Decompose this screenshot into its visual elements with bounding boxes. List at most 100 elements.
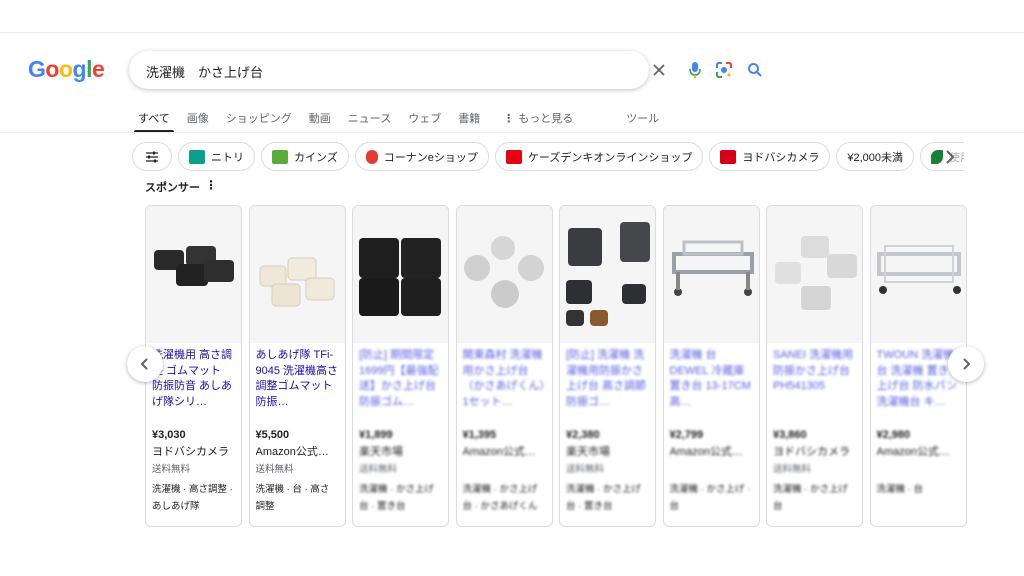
product-image — [566, 222, 650, 326]
product-image — [775, 236, 857, 310]
product-info: SANEI 洗濯機用防振かさ上げ台 PH541305 ¥3,860 ヨドバシカメラ送… — [767, 343, 862, 515]
product-carousel: 洗濯機用 高さ調整 ゴムマット 防振防音 あしあげ隊シリ… ¥3,030 ヨドバシカ… — [145, 205, 973, 527]
chip-label: ヨドバシカメラ — [742, 151, 820, 164]
product-store: 楽天市場 — [359, 446, 403, 458]
product-image-container[interactable] — [870, 206, 966, 343]
product-image — [463, 236, 544, 308]
lens-icon[interactable] — [714, 60, 734, 80]
logo-letter: o — [45, 56, 59, 82]
nitori-logo — [189, 149, 205, 164]
sponsored-label: スポンサー — [145, 182, 200, 194]
product-tags: 洗濯機 · 台 · 高さ調整 — [255, 484, 330, 512]
product-info: [防止] 期間限定1699円【最強配送】かさ上げ台 防振ゴム… ¥1,899 楽天市… — [353, 343, 448, 515]
filter-chip[interactable]: ¥2,000未満 — [836, 142, 915, 171]
clear-icon[interactable] — [649, 60, 669, 80]
product-price: ¥2,980 — [876, 429, 911, 441]
product-price: ¥3,860 — [773, 429, 807, 441]
product-title[interactable]: TWOUN 洗濯機 台 洗濯機 置き上げ台 防水パン 洗濯機台 キ… — [877, 348, 960, 426]
microphone-icon[interactable] — [685, 60, 705, 80]
filter-chip[interactable]: ニトリ — [178, 142, 255, 171]
logo-letter: g — [72, 56, 87, 82]
product-store: ヨドバシカメラ — [152, 446, 229, 458]
search-tabs: すべて 画像 ショッピング 動画 ニュース ウェブ 書籍 ⋮ もっと見る ツール — [134, 110, 676, 133]
more-vert-icon[interactable]: ⋮ — [205, 178, 217, 192]
product-info: [防止] 洗濯機 洗濯機用防振かさ上げ台 高さ調節 防振ゴ… ¥2,380 楽天市場… — [560, 343, 655, 515]
product-image — [671, 240, 754, 296]
product-tags: 洗濯機 · かさ上げ台 · 置き台 — [359, 484, 434, 512]
search-box[interactable]: 洗濯機 かさ上げ台 — [129, 51, 762, 89]
product-store: 楽天市場 — [566, 446, 610, 458]
filter-chip[interactable]: カインズ — [261, 142, 349, 171]
tab-images[interactable]: 画像 — [187, 110, 209, 132]
chevron-right-icon[interactable] — [940, 147, 960, 167]
product-info: あしあげ隊 TFi-9045 洗濯機高さ調整ゴムマット 防振… ¥5,500 Ama… — [250, 343, 345, 515]
product-image-container[interactable] — [249, 206, 345, 343]
product-title[interactable]: 洗濯機用 高さ調整 ゴムマット 防振防音 あしあげ隊シリ… — [152, 348, 235, 426]
ksdenki-logo — [505, 149, 522, 164]
product-store: Amazon公式… — [255, 446, 329, 458]
tab-more[interactable]: ⋮ もっと見る — [503, 110, 573, 132]
filter-chip[interactable]: コーナンeショップ — [354, 142, 489, 171]
product-title[interactable]: 関東森村 洗濯機用かさ上げ台（かさあげくん）1セット… — [463, 348, 546, 426]
product-store: Amazon公式… — [669, 446, 743, 458]
product-shipping — [670, 462, 753, 480]
product-card[interactable]: [防止] 洗濯機 洗濯機用防振かさ上げ台 高さ調節 防振ゴ… ¥2,380 楽天市場… — [559, 205, 656, 527]
search-icon[interactable] — [745, 60, 765, 80]
product-card[interactable]: あしあげ隊 TFi-9045 洗濯機高さ調整ゴムマット 防振… ¥5,500 Ama… — [248, 205, 346, 527]
product-tags: 洗濯機 · かさ上げ台 — [773, 484, 848, 512]
product-image-container[interactable] — [767, 206, 862, 343]
product-price: ¥1,899 — [359, 429, 393, 441]
logo-letter: o — [58, 56, 73, 82]
google-logo[interactable]: Google — [28, 56, 105, 83]
product-tags: 洗濯機 · 台 — [876, 484, 923, 495]
product-shipping: 送料無料 — [152, 464, 191, 475]
carousel-prev-button[interactable] — [127, 346, 163, 382]
filter-chip[interactable]: ヨドバシカメラ — [709, 142, 831, 171]
chip-label: ¥2,000未満 — [847, 151, 904, 164]
carousel-next-button[interactable] — [948, 346, 984, 382]
product-title[interactable]: 洗濯機 台 DEWEL 冷蔵庫置き台 13-17CM高… — [670, 348, 753, 426]
product-price: ¥1,395 — [462, 429, 497, 441]
product-price: ¥2,799 — [669, 429, 704, 441]
tab-all[interactable]: すべて — [134, 110, 174, 133]
product-info: 関東森村 洗濯機用かさ上げ台（かさあげくん）1セット… ¥1,395 Amazon公… — [457, 343, 552, 515]
product-tags: 洗濯機 · かさ上げ台 · かさあげくん — [462, 484, 538, 512]
product-title[interactable]: [防止] 期間限定1699円【最強配送】かさ上げ台 防振ゴム… — [359, 348, 442, 426]
product-info: 洗濯機 台 DEWEL 冷蔵庫置き台 13-17CM高… ¥2,799 Amazon… — [664, 343, 759, 515]
chevron-left-icon — [140, 358, 148, 370]
product-title[interactable]: [防止] 洗濯機 洗濯機用防振かさ上げ台 高さ調節 防振ゴ… — [566, 348, 649, 426]
product-card[interactable]: SANEI 洗濯機用防振かさ上げ台 PH541305 ¥3,860 ヨドバシカメラ送… — [766, 205, 863, 527]
tab-shopping[interactable]: ショッピング — [226, 110, 292, 132]
product-shipping: 送料無料 — [255, 464, 294, 475]
tab-books[interactable]: 書籍 — [458, 110, 480, 132]
more-vert-icon: ⋮ — [503, 113, 515, 125]
filter-chips: ニトリ カインズ コーナンeショップ ケーズデンキオンラインショップ ヨドバシカメラ ¥2… — [132, 142, 964, 172]
product-image-container[interactable] — [663, 206, 759, 343]
product-image-container[interactable] — [146, 206, 241, 343]
tab-tools[interactable]: ツール — [626, 110, 659, 132]
product-card[interactable]: [防止] 期間限定1699円【最強配送】かさ上げ台 防振ゴム… ¥1,899 楽天市… — [352, 205, 449, 527]
tab-web[interactable]: ウェブ — [408, 110, 441, 132]
product-card[interactable]: 関東森村 洗濯機用かさ上げ台（かさあげくん）1セット… ¥1,395 Amazon公… — [455, 205, 553, 527]
chip-label: カインズ — [294, 151, 338, 164]
filter-settings-chip[interactable] — [132, 142, 172, 171]
chip-label: ニトリ — [211, 151, 244, 164]
logo-letter: G — [28, 56, 46, 82]
tab-more-label: もっと見る — [518, 113, 574, 125]
product-shipping: 送料無料 — [566, 464, 605, 475]
product-shipping — [877, 462, 960, 480]
tab-news[interactable]: ニュース — [348, 110, 391, 132]
product-title[interactable]: あしあげ隊 TFi-9045 洗濯機高さ調整ゴムマット 防振… — [256, 348, 339, 426]
product-image-container[interactable] — [353, 206, 448, 343]
product-image-container[interactable] — [560, 206, 655, 343]
filter-chip[interactable]: ケーズデンキオンラインショップ — [494, 142, 704, 171]
search-input[interactable]: 洗濯機 かさ上げ台 — [146, 62, 263, 81]
product-price: ¥5,500 — [255, 429, 290, 441]
product-store: Amazon公式… — [876, 446, 950, 458]
tab-videos[interactable]: 動画 — [309, 110, 331, 132]
product-title[interactable]: SANEI 洗濯機用防振かさ上げ台 PH541305 — [773, 348, 856, 426]
product-shipping: 送料無料 — [359, 464, 398, 475]
product-card[interactable]: 洗濯機 台 DEWEL 冷蔵庫置き台 13-17CM高… ¥2,799 Amazon… — [662, 205, 760, 527]
product-image-container[interactable] — [456, 206, 552, 343]
product-price: ¥2,380 — [566, 429, 600, 441]
